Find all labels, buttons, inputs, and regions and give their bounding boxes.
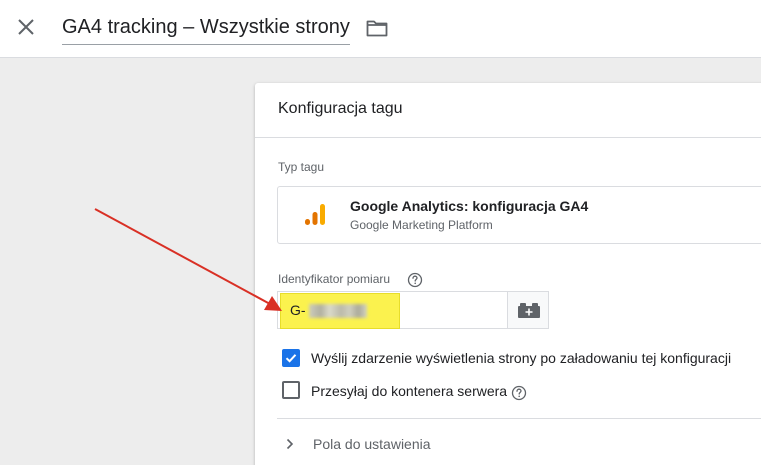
- help-icon[interactable]: [511, 385, 527, 401]
- tag-type-card[interactable]: Google Analytics: konfiguracja GA4 Googl…: [277, 186, 761, 244]
- chevron-right-icon: [286, 438, 294, 450]
- measurement-id-input[interactable]: G-: [277, 291, 507, 329]
- google-analytics-icon: [303, 201, 327, 229]
- tag-type-name: Google Analytics: konfiguracja GA4: [350, 198, 589, 214]
- fields-to-set-label: Pola do ustawienia: [313, 436, 431, 452]
- divider: [277, 418, 761, 419]
- tag-configuration-panel: Konfiguracja tagu Typ tagu Google Analyt…: [255, 83, 761, 465]
- checkmark-icon: [285, 354, 297, 363]
- server-container-label: Przesyłaj do kontenera serwera: [311, 383, 508, 399]
- measurement-id-label: Identyfikator pomiaru: [278, 272, 391, 286]
- panel-header: Konfiguracja tagu: [255, 83, 761, 138]
- variable-picker-icon: [518, 303, 540, 318]
- folder-icon: [366, 20, 388, 37]
- send-page-view-label: Wyślij zdarzenie wyświetlenia strony po …: [311, 350, 732, 366]
- panel-title: Konfiguracja tagu: [278, 100, 403, 117]
- close-button[interactable]: [12, 13, 40, 41]
- send-page-view-checkbox[interactable]: [282, 349, 300, 367]
- measurement-id-prefix: G-: [290, 302, 306, 318]
- server-container-checkbox[interactable]: [282, 381, 300, 399]
- top-bar: GA4 tracking – Wszystkie strony: [0, 0, 761, 58]
- variable-picker-button[interactable]: [507, 291, 549, 329]
- tag-name-input[interactable]: GA4 tracking – Wszystkie strony: [62, 13, 350, 45]
- tag-type-label: Typ tagu: [278, 160, 325, 174]
- fields-to-set-toggle[interactable]: Pola do ustawienia: [277, 433, 761, 457]
- tag-type-vendor: Google Marketing Platform: [350, 218, 493, 232]
- help-icon[interactable]: [407, 272, 423, 288]
- folder-button[interactable]: [365, 16, 389, 40]
- close-icon: [18, 19, 34, 35]
- redacted-id-value: [309, 304, 367, 318]
